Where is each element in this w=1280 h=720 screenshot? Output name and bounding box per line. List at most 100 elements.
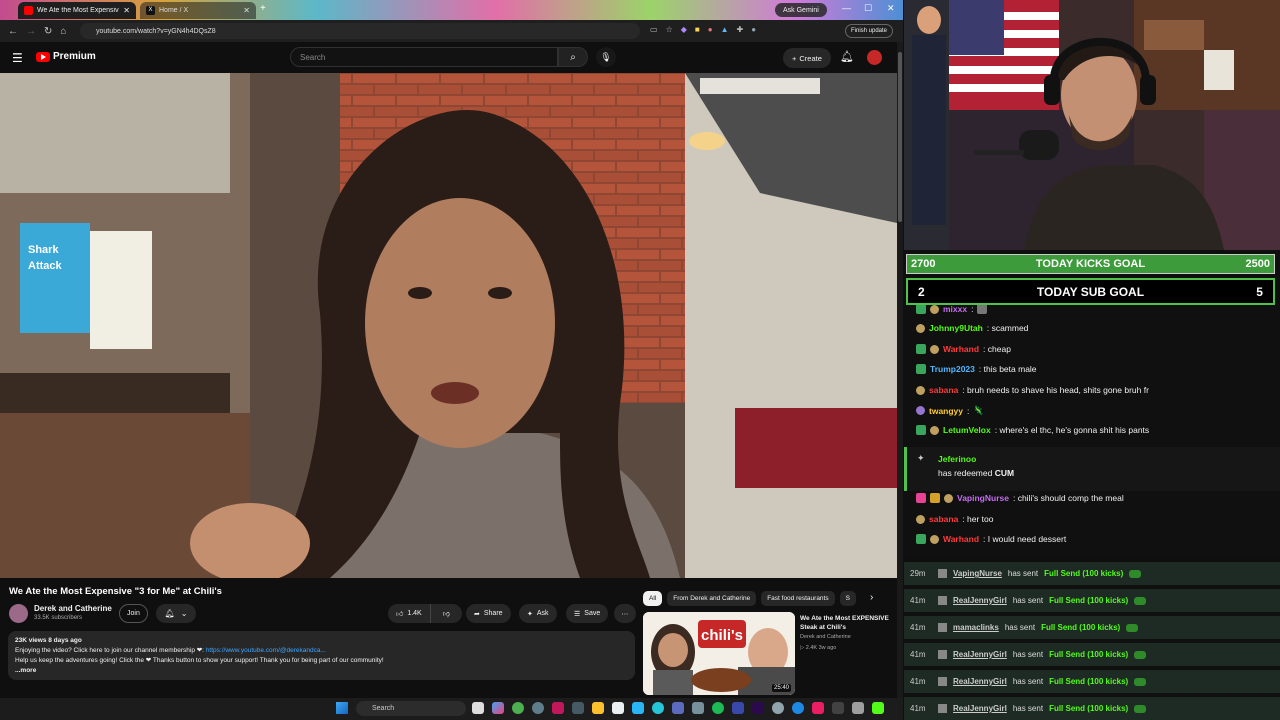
- feed-username[interactable]: RealJennyGirl: [953, 704, 1007, 713]
- bookmark-star-icon[interactable]: ☆: [666, 25, 673, 34]
- app-icon[interactable]: [792, 702, 804, 714]
- close-tab-icon[interactable]: ✕: [243, 6, 250, 15]
- feed-username[interactable]: mamaclinks: [953, 623, 999, 632]
- like-button[interactable]: 👍︎ 1.4K: [388, 604, 431, 623]
- dislike-button[interactable]: 👎︎: [435, 604, 458, 623]
- extension-icon[interactable]: ■: [695, 25, 700, 34]
- app-icon[interactable]: [692, 702, 704, 714]
- app-icon[interactable]: [572, 702, 584, 714]
- chat-username[interactable]: VapingNurse: [957, 493, 1009, 503]
- chip-all[interactable]: All: [643, 591, 663, 606]
- search-input[interactable]: Search: [290, 47, 558, 67]
- description-box[interactable]: 23K views 8 days ago Enjoying the video?…: [8, 631, 635, 680]
- video-player[interactable]: Shark Attack: [0, 73, 897, 578]
- taskbar-search[interactable]: Search: [356, 701, 466, 716]
- premiere-icon[interactable]: [752, 702, 764, 714]
- feed-username[interactable]: VapingNurse: [953, 569, 1002, 578]
- close-window-icon[interactable]: ✕: [887, 3, 895, 14]
- app-icon[interactable]: [552, 702, 564, 714]
- app-icon[interactable]: [852, 702, 864, 714]
- ask-gemini-button[interactable]: Ask Gemini: [775, 3, 827, 17]
- feed-username[interactable]: RealJennyGirl: [953, 677, 1007, 686]
- app-icon[interactable]: [832, 702, 844, 714]
- feed-time: 29m: [910, 569, 926, 578]
- svg-text:Attack: Attack: [28, 260, 63, 272]
- windows-start-icon[interactable]: [336, 702, 348, 714]
- chat-username[interactable]: sabana: [929, 385, 958, 395]
- notifications-bell-icon[interactable]: 🔔︎: [840, 50, 854, 63]
- app-icon[interactable]: [812, 702, 824, 714]
- chevron-right-icon[interactable]: ›: [870, 592, 873, 603]
- reload-icon[interactable]: ↻: [44, 26, 52, 37]
- profile-avatar-icon[interactable]: ●: [751, 25, 756, 34]
- app-icon[interactable]: [672, 702, 684, 714]
- new-tab-icon[interactable]: +: [260, 3, 266, 14]
- x-favicon-icon: X: [146, 6, 155, 15]
- menu-icon[interactable]: ☰: [12, 51, 23, 65]
- kick-icon[interactable]: [872, 702, 884, 714]
- install-icon[interactable]: ▭: [650, 25, 658, 34]
- copilot-icon[interactable]: [492, 702, 504, 714]
- create-button[interactable]: + Create: [783, 48, 831, 68]
- chat-username[interactable]: LetumVelox: [943, 425, 991, 435]
- membership-link[interactable]: https://www.youtube.com/@derekandca...: [206, 647, 326, 654]
- chip-from-channel[interactable]: From Derek and Catherine: [667, 591, 757, 606]
- home-icon[interactable]: ⌂: [60, 26, 66, 37]
- minimize-icon[interactable]: —: [842, 3, 851, 13]
- scrollbar-thumb[interactable]: [898, 52, 902, 222]
- file-explorer-icon[interactable]: [592, 702, 604, 714]
- app-icon[interactable]: [612, 702, 624, 714]
- back-icon[interactable]: ←: [8, 26, 18, 37]
- account-avatar[interactable]: [867, 50, 882, 65]
- show-more-link[interactable]: ...more: [15, 666, 628, 676]
- channel-name[interactable]: Derek and Catherine: [34, 604, 112, 613]
- app-icon[interactable]: [772, 702, 784, 714]
- tab-title: Home / X: [159, 7, 189, 14]
- youtube-premium-logo[interactable]: Premium: [36, 51, 96, 62]
- chat-username[interactable]: twangyy: [929, 406, 963, 416]
- tab-x-home[interactable]: X Home / X ✕: [140, 2, 256, 19]
- chip-more[interactable]: S: [839, 591, 856, 606]
- extensions-puzzle-icon[interactable]: ✚: [737, 25, 744, 34]
- recommended-video-title[interactable]: We Ate the Most EXPENSIVE Steak at Chili…: [800, 614, 892, 632]
- chip-fast-food[interactable]: Fast food restaurants: [761, 591, 835, 606]
- finish-update-button[interactable]: Finish update: [845, 24, 894, 38]
- app-icon[interactable]: [652, 702, 664, 714]
- chat-username[interactable]: Warhand: [943, 534, 979, 544]
- app-icon[interactable]: [532, 702, 544, 714]
- ask-button[interactable]: ✦ Ask: [519, 604, 557, 623]
- close-tab-icon[interactable]: ✕: [123, 6, 130, 15]
- chat-username[interactable]: Warhand: [943, 344, 979, 354]
- chat-username[interactable]: sabana: [929, 514, 958, 524]
- extension-icon[interactable]: ◆: [681, 25, 687, 34]
- channel-avatar[interactable]: [9, 604, 28, 623]
- join-button[interactable]: Join: [119, 604, 148, 623]
- subscription-bell-button[interactable]: 🔔︎ ⌄: [156, 604, 196, 623]
- forward-icon[interactable]: →: [26, 26, 36, 37]
- url-input[interactable]: youtube.com/watch?v=yGN4h4DQsZ8: [80, 23, 640, 39]
- extension-icon[interactable]: ●: [708, 25, 713, 34]
- app-icon[interactable]: [732, 702, 744, 714]
- chat-username[interactable]: mixxx: [943, 305, 967, 314]
- recommended-video-thumbnail[interactable]: chili's 25:40: [643, 612, 795, 695]
- maximize-icon[interactable]: ☐: [864, 3, 872, 14]
- page-scrollbar[interactable]: [897, 42, 903, 698]
- save-button[interactable]: ☰ Save: [566, 604, 609, 623]
- task-view-icon[interactable]: [472, 702, 484, 714]
- spotify-icon[interactable]: [712, 702, 724, 714]
- extension-icon[interactable]: ▲: [721, 25, 729, 34]
- redeem-username[interactable]: Jeferinoo: [938, 454, 976, 464]
- recommended-channel[interactable]: Derek and Catherine: [800, 634, 851, 640]
- more-actions-button[interactable]: ⋯: [614, 604, 636, 623]
- search-button[interactable]: ⌕: [558, 47, 588, 67]
- feed-username[interactable]: RealJennyGirl: [953, 596, 1007, 605]
- tab-youtube-video[interactable]: We Ate the Most Expensive ✕: [18, 2, 136, 19]
- chat-username[interactable]: Trump2023: [930, 364, 975, 374]
- chrome-icon[interactable]: [512, 702, 524, 714]
- voice-search-button[interactable]: 🎙: [596, 47, 616, 67]
- share-button[interactable]: ➦ Share: [466, 604, 511, 623]
- app-icon[interactable]: [632, 702, 644, 714]
- chat-username[interactable]: Johnny9Utah: [929, 323, 983, 333]
- feed-username[interactable]: RealJennyGirl: [953, 650, 1007, 659]
- chat-message: Warhand: I would need dessert: [916, 534, 1066, 544]
